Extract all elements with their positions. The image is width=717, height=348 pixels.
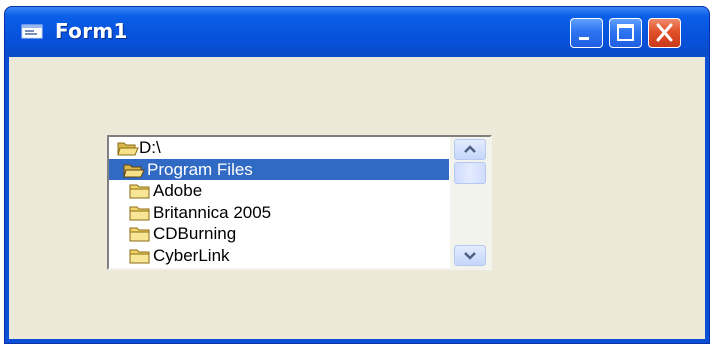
form-icon bbox=[21, 24, 43, 39]
dir-item-britannica[interactable]: Britannica 2005 bbox=[109, 202, 449, 224]
directory-list-items: D:\ Program Files Adobe Britannica 2005 … bbox=[109, 137, 449, 266]
minimize-button[interactable] bbox=[570, 18, 603, 48]
dir-item-label: CDBurning bbox=[153, 224, 237, 243]
scroll-down-button[interactable] bbox=[454, 245, 486, 266]
directory-list-box[interactable]: D:\ Program Files Adobe Britannica 2005 … bbox=[107, 135, 492, 270]
window-title: Form1 bbox=[55, 19, 128, 43]
dir-item-drive[interactable]: D:\ bbox=[109, 137, 449, 159]
form-client-area: D:\ Program Files Adobe Britannica 2005 … bbox=[9, 57, 705, 339]
maximize-button[interactable] bbox=[609, 18, 642, 48]
form1-window: Form1 D:\ Program Files Adobe Britannica… bbox=[4, 6, 710, 344]
vertical-scrollbar[interactable] bbox=[450, 137, 490, 268]
maximize-icon bbox=[617, 24, 634, 41]
dir-item-cyberlink[interactable]: CyberLink bbox=[109, 245, 449, 267]
folder-icon bbox=[129, 184, 150, 199]
open-folder-icon bbox=[123, 164, 145, 177]
dir-item-label: D:\ bbox=[139, 138, 161, 157]
dir-item-cdburning[interactable]: CDBurning bbox=[109, 223, 449, 245]
dir-item-label: Adobe bbox=[153, 181, 203, 200]
open-folder-icon bbox=[117, 142, 139, 156]
dir-item-program-files[interactable]: Program Files bbox=[109, 158, 449, 180]
minimize-icon bbox=[579, 37, 589, 40]
dir-item-label: Britannica 2005 bbox=[153, 202, 272, 222]
close-icon bbox=[656, 23, 673, 42]
close-button[interactable] bbox=[648, 18, 681, 48]
scroll-up-button[interactable] bbox=[454, 139, 486, 160]
folder-icon bbox=[129, 227, 150, 242]
scroll-thumb[interactable] bbox=[454, 162, 486, 184]
dir-item-adobe[interactable]: Adobe bbox=[109, 180, 449, 202]
chevron-down-icon bbox=[464, 252, 476, 260]
title-bar[interactable]: Form1 bbox=[5, 7, 709, 57]
folder-icon bbox=[129, 206, 150, 220]
folder-icon bbox=[129, 249, 150, 263]
dir-item-label: CyberLink bbox=[153, 245, 230, 265]
dir-item-label: Program Files bbox=[147, 159, 253, 179]
chevron-up-icon bbox=[464, 145, 476, 153]
